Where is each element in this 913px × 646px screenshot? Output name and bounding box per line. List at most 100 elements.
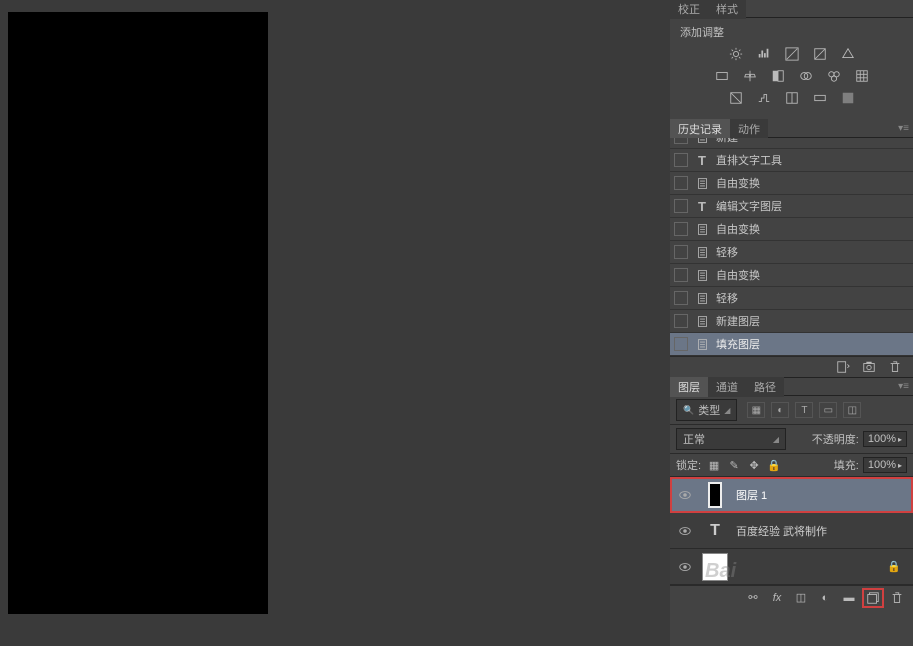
layer-mask-icon[interactable]: ◫ [793,591,809,605]
layer-item[interactable]: T 百度经验 武将制作 [670,513,913,549]
history-item-label: 自由变换 [716,221,760,237]
text-tool-icon: T [694,152,710,168]
layer-thumbnail[interactable] [708,482,722,508]
layer-name-label[interactable]: 百度经验 武将制作 [736,523,827,539]
filter-icons: ▦ ◐ T ▭ ◫ [747,402,861,418]
layer-item[interactable]: 图层 1 [670,477,913,513]
tab-styles[interactable]: 样式 [708,0,746,19]
right-panels: 校正 样式 添加调整 历史记录 [670,0,913,646]
visibility-eye-icon[interactable] [676,486,694,504]
document-icon [694,175,710,191]
delete-layer-icon[interactable] [889,591,905,605]
history-item[interactable]: 填充图层 [670,333,913,356]
lock-pixels-icon[interactable]: ✎ [727,458,741,472]
tab-corrections[interactable]: 校正 [670,0,708,19]
bw-icon[interactable] [769,68,787,84]
layers-flyout-icon[interactable]: ▾≡ [898,381,909,392]
lookup-icon[interactable] [853,68,871,84]
history-item[interactable]: T直排文字工具 [670,149,913,172]
history-item[interactable]: 轻移 [670,241,913,264]
history-state-checkbox[interactable] [674,153,688,167]
layer-kind-dropdown[interactable]: 🔍 类型 ◢ [676,399,737,421]
vibrance-icon[interactable] [839,46,857,62]
history-flyout-icon[interactable]: ▾≡ [898,123,909,134]
invert-icon[interactable] [727,90,745,106]
layer-style-icon[interactable]: fx [769,591,785,605]
fill-input[interactable]: 100%▸ [863,457,907,473]
photo-filter-icon[interactable] [797,68,815,84]
layers-panel: 图层 通道 路径 ▾≡ 🔍 类型 ◢ ▦ ◐ T ▭ ◫ 正常 ◢ [670,378,913,609]
history-state-checkbox[interactable] [674,291,688,305]
balance-icon[interactable] [741,68,759,84]
history-state-checkbox[interactable] [674,176,688,190]
layer-name-label[interactable]: 图层 1 [736,487,767,503]
adjustments-panel: 添加调整 [670,18,913,120]
link-layers-icon[interactable]: ⚯ [745,591,761,605]
history-item-label: 自由变换 [716,267,760,283]
visibility-eye-icon[interactable] [676,558,694,576]
exposure-icon[interactable] [811,46,829,62]
history-state-checkbox[interactable] [674,268,688,282]
levels-icon[interactable] [755,46,773,62]
history-item[interactable]: 新建 [670,138,913,149]
hue-icon[interactable] [713,68,731,84]
tab-channels[interactable]: 通道 [708,377,746,397]
filter-text-icon[interactable]: T [795,402,813,418]
lock-transparent-icon[interactable]: ▦ [707,458,721,472]
opacity-input[interactable]: 100%▸ [863,431,907,447]
layer-thumbnail[interactable] [702,553,728,581]
layer-item[interactable]: 🔒 [670,549,913,585]
layer-list[interactable]: 图层 1 T 百度经验 武将制作 🔒 [670,477,913,585]
history-panel: 历史记录 动作 ▾≡ 新建T直排文字工具自由变换T编辑文字图层自由变换轻移自由变… [670,120,913,378]
visibility-eye-icon[interactable] [676,522,694,540]
filter-shape-icon[interactable]: ▭ [819,402,837,418]
delete-state-icon[interactable] [887,360,903,374]
layers-tabs: 图层 通道 路径 ▾≡ [670,378,913,396]
corrections-tabs: 校正 样式 [670,0,913,18]
history-list[interactable]: 新建T直排文字工具自由变换T编辑文字图层自由变换轻移自由变换轻移新建图层填充图层 [670,138,913,356]
gradient-map-icon[interactable] [811,90,829,106]
adjustment-layer-icon[interactable]: ◐ [817,591,833,605]
snapshot-icon[interactable] [861,360,877,374]
history-state-checkbox[interactable] [674,245,688,259]
curves-icon[interactable] [783,46,801,62]
layer-thumbnail[interactable]: T [702,517,728,545]
history-state-checkbox[interactable] [674,337,688,351]
filter-adjust-icon[interactable]: ◐ [771,402,789,418]
filter-smart-icon[interactable]: ◫ [843,402,861,418]
create-document-icon[interactable] [835,360,851,374]
history-state-checkbox[interactable] [674,314,688,328]
history-item[interactable]: 自由变换 [670,172,913,195]
history-item[interactable]: 自由变换 [670,264,913,287]
lock-all-icon[interactable]: 🔒 [767,458,781,472]
filter-pixel-icon[interactable]: ▦ [747,402,765,418]
tab-paths[interactable]: 路径 [746,377,784,397]
channel-mixer-icon[interactable] [825,68,843,84]
posterize-icon[interactable] [755,90,773,106]
lock-label: 锁定: [676,457,701,473]
new-layer-icon[interactable] [865,591,881,605]
history-state-checkbox[interactable] [674,222,688,236]
canvas-area [0,0,670,646]
chevron-down-icon: ◢ [724,406,730,415]
tab-layers[interactable]: 图层 [670,377,708,397]
blend-opacity-row: 正常 ◢ 不透明度: 100%▸ [670,425,913,454]
history-state-checkbox[interactable] [674,199,688,213]
history-item[interactable]: T编辑文字图层 [670,195,913,218]
document-canvas[interactable] [8,12,268,614]
brightness-icon[interactable] [727,46,745,62]
tab-history[interactable]: 历史记录 [670,119,730,139]
history-item-label: 填充图层 [716,336,760,352]
layer-group-icon[interactable]: ▬ [841,591,857,605]
selective-color-icon[interactable] [839,90,857,106]
tab-actions[interactable]: 动作 [730,119,768,139]
lock-position-icon[interactable]: ✥ [747,458,761,472]
threshold-icon[interactable] [783,90,801,106]
adjustments-row-2 [680,68,903,84]
history-item[interactable]: 新建图层 [670,310,913,333]
history-state-checkbox[interactable] [674,138,688,144]
history-item[interactable]: 自由变换 [670,218,913,241]
blend-mode-dropdown[interactable]: 正常 ◢ [676,428,786,450]
history-item[interactable]: 轻移 [670,287,913,310]
history-item-label: 新建 [716,138,738,145]
